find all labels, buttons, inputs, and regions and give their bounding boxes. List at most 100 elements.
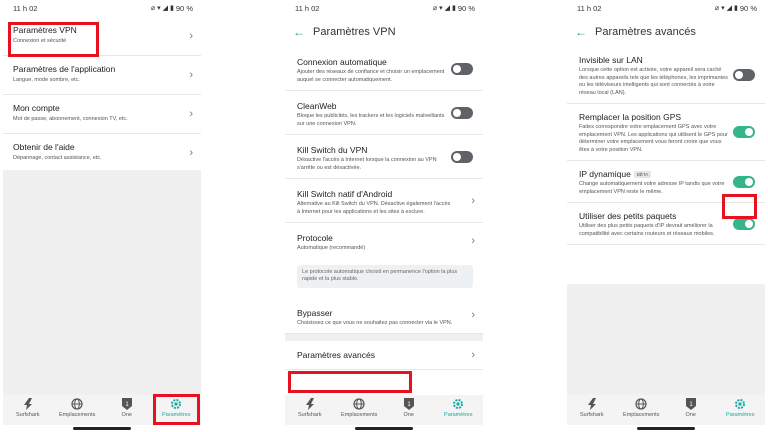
dynamic-ip-toggle[interactable] xyxy=(733,175,755,188)
nav-label: One xyxy=(685,412,696,418)
one-shield-icon: 1 xyxy=(685,398,697,410)
battery-percent: 90 % xyxy=(739,4,757,13)
status-bar: 11 h 02 ⌀ ▾ ◢ ▮ 90 % xyxy=(285,0,483,17)
signal-icon: ◢ xyxy=(726,5,733,12)
nav-surfshark[interactable]: Surfshark xyxy=(567,395,617,418)
bottom-nav: Surfshark Emplacements 1 One Paramètres xyxy=(285,395,483,425)
chevron-right-icon: › xyxy=(189,30,193,42)
gear-icon xyxy=(452,398,464,410)
nav-surfshark[interactable]: Surfshark xyxy=(3,395,53,418)
home-indicator xyxy=(637,427,695,430)
nav-locations[interactable]: Emplacements xyxy=(53,395,103,418)
nav-one[interactable]: 1 One xyxy=(102,395,152,418)
status-icons: ⌀ ▾ ◢ ▮ 90 % xyxy=(433,4,475,13)
surfshark-logo-icon xyxy=(22,398,34,410)
alarm-off-icon: ⌀ xyxy=(432,5,438,12)
invisible-lan-toggle[interactable] xyxy=(733,69,755,81)
empty-area xyxy=(567,284,765,396)
settings-item-title: Obtenir de l'aide xyxy=(13,142,75,152)
settings-item-subtitle: Mot de passe, abonnement, connexion TV, … xyxy=(13,116,128,122)
nav-label: Surfshark xyxy=(579,412,604,418)
globe-icon xyxy=(635,398,647,410)
nav-locations[interactable]: Emplacements xyxy=(335,395,385,418)
settings-item-title: Paramètres de l'application xyxy=(13,64,116,74)
setting-title: Remplacer la position GPS xyxy=(579,112,682,122)
nav-settings[interactable]: Paramètres xyxy=(434,395,484,418)
cleanweb-toggle[interactable] xyxy=(451,106,473,119)
signal-icon: ◢ xyxy=(444,5,451,12)
nav-one[interactable]: 1 One xyxy=(384,395,434,418)
setting-description: Ajouter des réseaux de confiance et choi… xyxy=(297,69,445,83)
surfshark-logo-icon xyxy=(304,398,316,410)
globe-icon xyxy=(353,398,365,410)
setting-auto-connect[interactable]: Connexion automatique Ajouter des réseau… xyxy=(285,47,483,91)
settings-item-account[interactable]: Mon compte Mot de passe, abonnement, con… xyxy=(3,95,201,134)
small-packets-toggle[interactable] xyxy=(733,217,755,230)
nav-label: Paramètres xyxy=(444,412,473,418)
setting-title: Bypasser xyxy=(297,307,333,318)
setting-title: CleanWeb xyxy=(297,101,337,111)
page-title: Paramètres VPN xyxy=(313,26,396,38)
setting-android-kill-switch[interactable]: Kill Switch natif d'Android Alternative … xyxy=(285,179,483,223)
nav-surfshark[interactable]: Surfshark xyxy=(285,395,335,418)
nav-label: Emplacements xyxy=(341,412,378,418)
setting-description: Change automatiquement votre adresse IP … xyxy=(579,181,725,195)
chevron-right-icon: › xyxy=(189,147,193,159)
highlight-box xyxy=(8,22,99,57)
protocol-info-note: Le protocole automatique choisit en perm… xyxy=(297,264,473,288)
nav-label: One xyxy=(403,412,414,418)
alarm-off-icon: ⌀ xyxy=(150,5,156,12)
setting-description: Choisissez ce que vous ne souhaitez pas … xyxy=(297,319,453,326)
chevron-right-icon: › xyxy=(471,234,475,247)
back-arrow-icon[interactable]: ← xyxy=(575,25,595,39)
status-time: 11 h 02 xyxy=(577,4,602,13)
nav-settings[interactable]: Paramètres xyxy=(716,395,766,418)
setting-gps-override[interactable]: Remplacer la position GPS Faites corresp… xyxy=(567,104,765,161)
nav-label: Emplacements xyxy=(623,412,660,418)
auto-connect-toggle[interactable] xyxy=(451,62,473,75)
setting-description: Désactive l'accès à Internet lorsque la … xyxy=(297,157,437,171)
globe-icon xyxy=(71,398,83,410)
battery-icon: ▮ xyxy=(452,5,456,12)
setting-invisible-lan[interactable]: Invisible sur LAN Lorsque cette option e… xyxy=(567,47,765,104)
battery-icon: ▮ xyxy=(170,5,174,12)
nav-one[interactable]: 1 One xyxy=(666,395,716,418)
bottom-nav: Surfshark Emplacements 1 One Paramètres xyxy=(567,395,765,425)
setting-protocol[interactable]: Protocole Automatique (recommandé) › xyxy=(285,223,483,259)
status-icons: ⌀ ▾ ◢ ▮ 90 % xyxy=(715,4,757,13)
alarm-off-icon: ⌀ xyxy=(714,5,720,12)
screenshot-stage: 11 h 02 ⌀ ▾ ◢ ▮ 90 % Paramètres VPN Conn… xyxy=(0,0,768,432)
setting-description: Automatique (recommandé) xyxy=(297,245,366,251)
signal-icon: ◢ xyxy=(162,5,169,12)
setting-cleanweb[interactable]: CleanWeb Bloque les publicités, les trac… xyxy=(285,91,483,135)
setting-title-text: IP dynamique xyxy=(579,169,631,179)
chevron-right-icon: › xyxy=(471,194,475,207)
settings-item-subtitle: Langue, mode sombre, etc. xyxy=(13,77,80,83)
nav-locations[interactable]: Emplacements xyxy=(617,395,667,418)
setting-description: Alternative au Kill Switch du VPN. Désac… xyxy=(297,201,451,215)
kill-switch-toggle[interactable] xyxy=(451,150,473,163)
highlight-box xyxy=(153,394,200,425)
status-bar: 11 h 02 ⌀ ▾ ◢ ▮ 90 % xyxy=(3,0,201,17)
status-time: 11 h 02 xyxy=(13,4,38,13)
status-bar: 11 h 02 ⌀ ▾ ◢ ▮ 90 % xyxy=(567,0,765,17)
setting-title: Connexion automatique xyxy=(297,57,387,67)
gps-override-toggle[interactable] xyxy=(733,126,755,138)
setting-description: Faites correspondre votre emplacement GP… xyxy=(579,124,728,153)
setting-bypasser[interactable]: Bypasser Choisissez ce que vous ne souha… xyxy=(285,298,483,334)
setting-title: IP dynamique BÊTA xyxy=(579,169,731,179)
settings-item-help[interactable]: Obtenir de l'aide Dépannage, contact ass… xyxy=(3,134,201,173)
back-arrow-icon[interactable]: ← xyxy=(293,25,313,39)
setting-description: Bloque les publicités, les trackers et l… xyxy=(297,113,445,127)
setting-advanced[interactable]: Paramètres avancés › xyxy=(285,341,483,370)
setting-kill-switch[interactable]: Kill Switch du VPN Désactive l'accès à I… xyxy=(285,135,483,179)
app-bar: ← Paramètres VPN xyxy=(285,17,483,47)
nav-label: One xyxy=(121,412,132,418)
settings-item-app[interactable]: Paramètres de l'application Langue, mode… xyxy=(3,56,201,95)
nav-label: Emplacements xyxy=(59,412,96,418)
settings-item-title: Mon compte xyxy=(13,103,60,113)
empty-area xyxy=(3,170,201,396)
app-bar: ← Paramètres avancés xyxy=(567,17,765,47)
setting-title: Paramètres avancés xyxy=(297,350,375,360)
setting-description: Utiliser des plus petits paquets d'IP de… xyxy=(579,223,715,237)
